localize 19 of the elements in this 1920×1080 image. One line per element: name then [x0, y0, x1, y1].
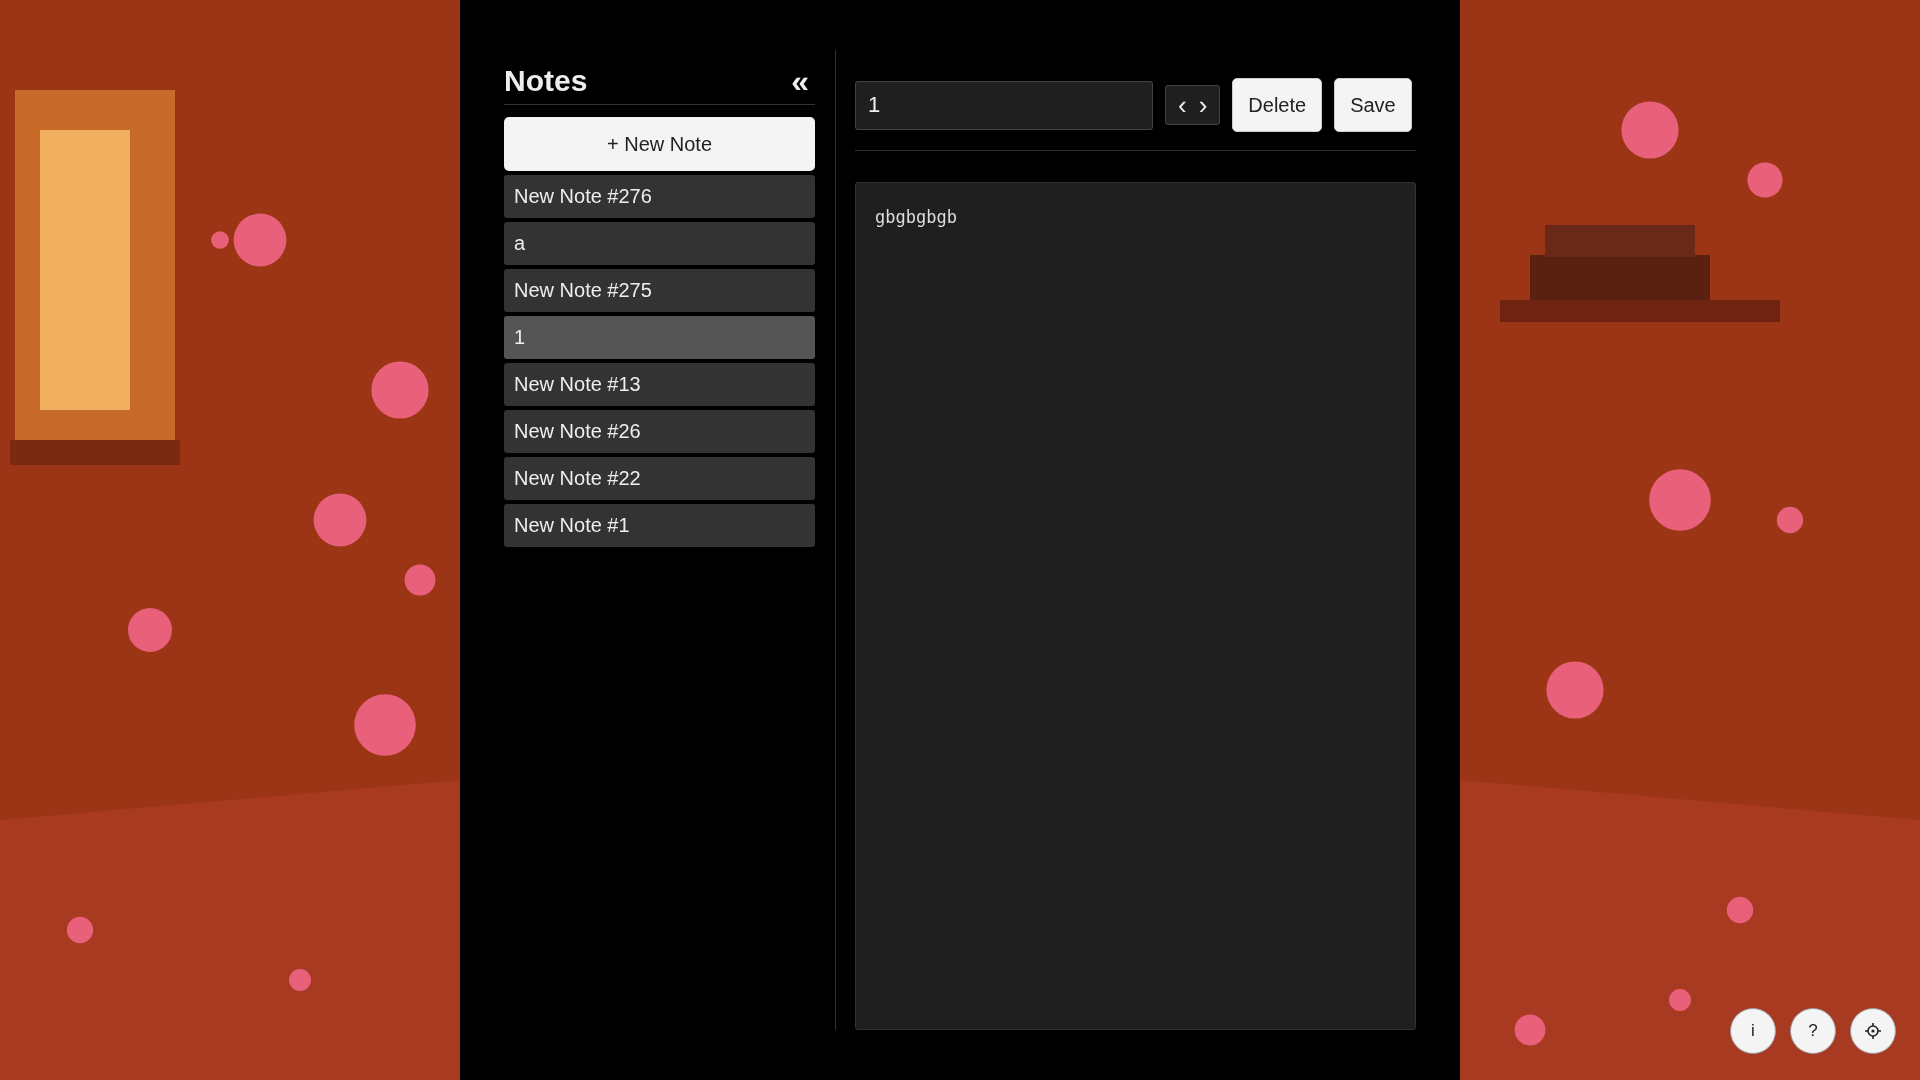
note-item[interactable]: a — [504, 222, 815, 265]
next-button[interactable]: › — [1192, 92, 1214, 118]
note-item[interactable]: New Note #13 — [504, 363, 815, 406]
title-field[interactable]: 1 — [855, 80, 1153, 130]
collapse-button[interactable]: « — [785, 62, 815, 100]
sidebar-title: Notes — [504, 64, 588, 98]
note-item[interactable]: 1 — [504, 316, 815, 359]
note-item[interactable]: New Note #275 — [504, 269, 815, 312]
previous-button[interactable]: ‹ — [1172, 92, 1193, 118]
save-button[interactable]: Save — [1334, 78, 1412, 132]
note-item[interactable]: New Note #22 — [504, 457, 815, 500]
note-item[interactable]: New Note #26 — [504, 410, 815, 453]
new-note-button[interactable]: + New Note — [504, 117, 815, 171]
note-text: gbgbgbgb — [875, 207, 957, 227]
note-item[interactable]: New Note #1 — [504, 504, 815, 547]
settings-icon — [1865, 1023, 1881, 1039]
delete-button[interactable]: Delete — [1232, 78, 1323, 132]
note-item[interactable]: New Note #276 — [504, 175, 815, 218]
note-body-field[interactable]: gbgbgbgb — [855, 182, 1416, 1030]
